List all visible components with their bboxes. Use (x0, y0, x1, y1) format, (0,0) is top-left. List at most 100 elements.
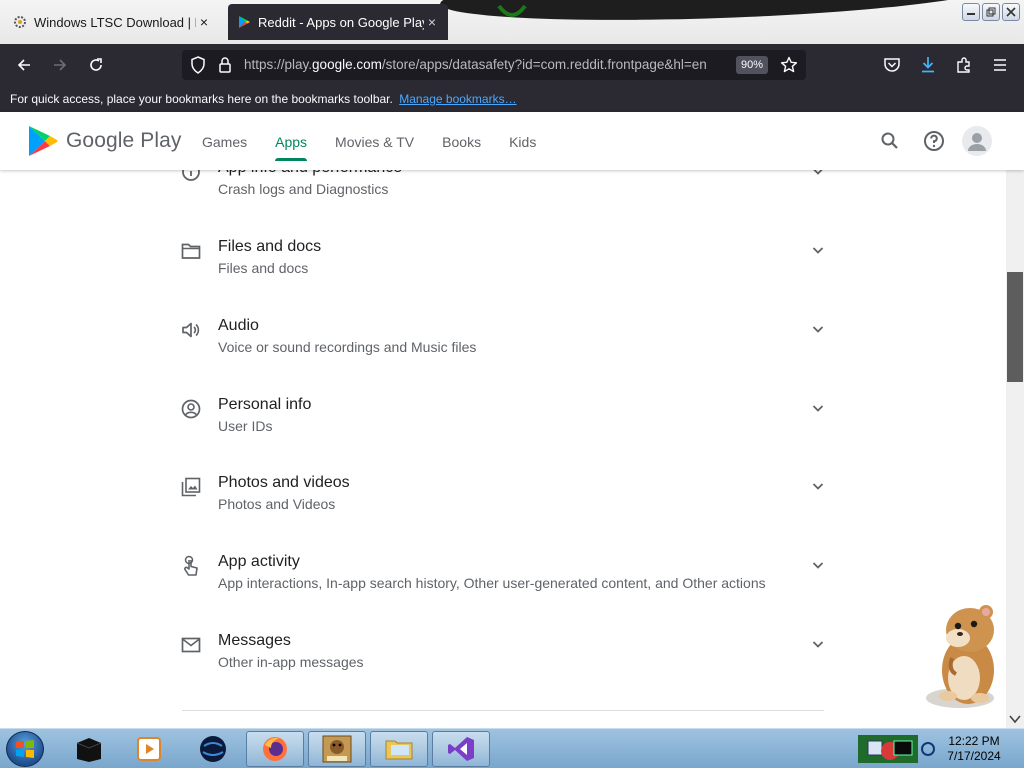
nav-games[interactable]: Games (202, 134, 247, 150)
gear-favicon-icon (12, 14, 28, 30)
windows-logo-icon (16, 740, 34, 758)
network-icon (921, 742, 935, 756)
url-text[interactable]: https://play.google.com/store/apps/datas… (244, 57, 728, 72)
window-controls (962, 3, 1020, 21)
reload-button[interactable] (82, 52, 110, 78)
back-arrow-icon (17, 59, 30, 71)
mail-icon (180, 634, 202, 656)
clock-time: 12:22 PM (948, 734, 1000, 748)
browser-tab-strip: Windows LTSC Download | MAS × Reddit - A… (0, 0, 1024, 44)
page-scrollbar-thumb[interactable] (1007, 272, 1023, 382)
google-play-favicon-icon (236, 14, 252, 30)
section-subtitle: Crash logs and Diagnostics (218, 181, 389, 197)
address-bar[interactable]: https://play.google.com/store/apps/datas… (182, 50, 806, 80)
account-avatar[interactable] (962, 126, 992, 156)
section-subtitle: User IDs (218, 418, 273, 434)
section-title: Personal info (218, 396, 312, 413)
download-arrow-icon (922, 57, 934, 73)
system-tray (850, 733, 938, 765)
hamster-mascot-icon (926, 605, 994, 708)
section-subtitle: App interactions, In-app search history,… (218, 575, 766, 591)
forward-arrow-icon (54, 59, 67, 71)
chevron-down-icon[interactable] (810, 400, 826, 416)
section-subtitle: Files and docs (218, 260, 309, 276)
search-button[interactable] (878, 129, 902, 153)
bookmarks-toolbar: For quick access, place your bookmarks h… (0, 86, 1024, 112)
section-title: Files and docs (218, 238, 322, 255)
start-button[interactable] (6, 731, 44, 767)
default-avatar-icon (968, 133, 986, 151)
section-title: Messages (218, 632, 291, 649)
explorer-app-icon[interactable] (370, 731, 428, 767)
media-player-app-icon[interactable] (120, 731, 178, 767)
nav-kids[interactable]: Kids (509, 134, 536, 150)
puzzle-piece-icon (957, 57, 970, 73)
forward-button[interactable] (46, 52, 74, 78)
section-title: Photos and videos (218, 474, 350, 491)
tab-windows-ltsc[interactable]: Windows LTSC Download | MAS × (4, 4, 220, 40)
section-divider (182, 710, 824, 711)
section-files-docs[interactable]: Files and docs Files and docs (180, 236, 828, 306)
section-personal-info[interactable]: Personal info User IDs (180, 394, 828, 464)
chevron-down-icon[interactable] (810, 321, 826, 337)
section-subtitle: Photos and Videos (218, 496, 336, 512)
box-app-icon[interactable] (308, 731, 366, 767)
tab-reddit-google-play[interactable]: Reddit - Apps on Google Play × (228, 4, 448, 40)
section-title: Audio (218, 317, 259, 334)
chevron-down-icon[interactable] (810, 636, 826, 652)
firefox-app-icon[interactable] (246, 731, 304, 767)
hamburger-menu-icon (994, 59, 1006, 71)
manage-bookmarks-link[interactable]: Manage bookmarks… (399, 92, 516, 106)
play-category-nav: Games Apps Movies & TV Books Kids (202, 134, 564, 161)
taskbar-clock[interactable]: 12:22 PM 7/17/2024 (938, 734, 1010, 764)
chevron-down-icon[interactable] (810, 557, 826, 573)
minimize-button[interactable] (962, 3, 980, 21)
clock-date: 7/17/2024 (947, 749, 1001, 763)
pocket-button[interactable] (878, 52, 906, 78)
reload-icon (90, 58, 102, 71)
chevron-down-icon[interactable] (810, 478, 826, 494)
visual-studio-app-icon[interactable] (432, 731, 490, 767)
section-subtitle: Voice or sound recordings and Music file… (218, 339, 477, 355)
google-play-brand-text: Google Play (66, 129, 182, 152)
tab-title: Windows LTSC Download | MAS (34, 14, 196, 30)
terminal-app-icon[interactable] (60, 731, 118, 767)
pocket-icon (884, 58, 900, 72)
nav-apps[interactable]: Apps (275, 134, 307, 161)
chevron-down-icon[interactable] (810, 242, 826, 258)
speaker-icon (180, 319, 202, 341)
google-play-logo[interactable]: Google Play (28, 125, 182, 157)
data-safety-content: App info and performance Crash logs and … (0, 112, 1006, 728)
close-tab-icon[interactable]: × (196, 14, 212, 30)
touch-icon (180, 555, 202, 577)
zoom-level-badge[interactable]: 90% (736, 56, 768, 74)
close-window-button[interactable] (1002, 3, 1020, 21)
lock-icon[interactable] (218, 56, 232, 74)
extensions-button[interactable] (950, 52, 978, 78)
windows-taskbar: 12:22 PM 7/17/2024 (0, 728, 1024, 768)
bookmark-star-icon[interactable] (780, 56, 798, 74)
section-photos-videos[interactable]: Photos and videos Photos and Videos (180, 472, 828, 542)
scroll-down-arrow-icon[interactable] (1009, 714, 1021, 724)
page-scrollbar-track[interactable] (1006, 170, 1024, 728)
section-messages[interactable]: Messages Other in-app messages (180, 630, 828, 700)
section-audio[interactable]: Audio Voice or sound recordings and Musi… (180, 315, 828, 385)
google-play-header: Google Play Games Apps Movies & TV Books… (0, 112, 1024, 170)
green-ornament-icon (497, 4, 527, 17)
help-button[interactable] (922, 129, 946, 153)
back-button[interactable] (10, 52, 38, 78)
downloads-button[interactable] (914, 52, 942, 78)
nav-books[interactable]: Books (442, 134, 481, 150)
restore-button[interactable] (982, 3, 1000, 21)
tray-icons (850, 735, 935, 763)
section-title: App activity (218, 553, 300, 570)
section-app-activity[interactable]: App activity App interactions, In-app se… (180, 551, 828, 621)
close-tab-icon[interactable]: × (424, 14, 440, 30)
bookmarks-hint-text: For quick access, place your bookmarks h… (10, 92, 393, 106)
globe-app-icon[interactable] (184, 731, 242, 767)
tracking-protection-shield-icon[interactable] (190, 56, 206, 74)
app-menu-button[interactable] (986, 52, 1014, 78)
browser-toolbar: https://play.google.com/store/apps/datas… (0, 44, 1024, 86)
nav-movies-tv[interactable]: Movies & TV (335, 134, 414, 150)
folder-icon (180, 240, 202, 262)
